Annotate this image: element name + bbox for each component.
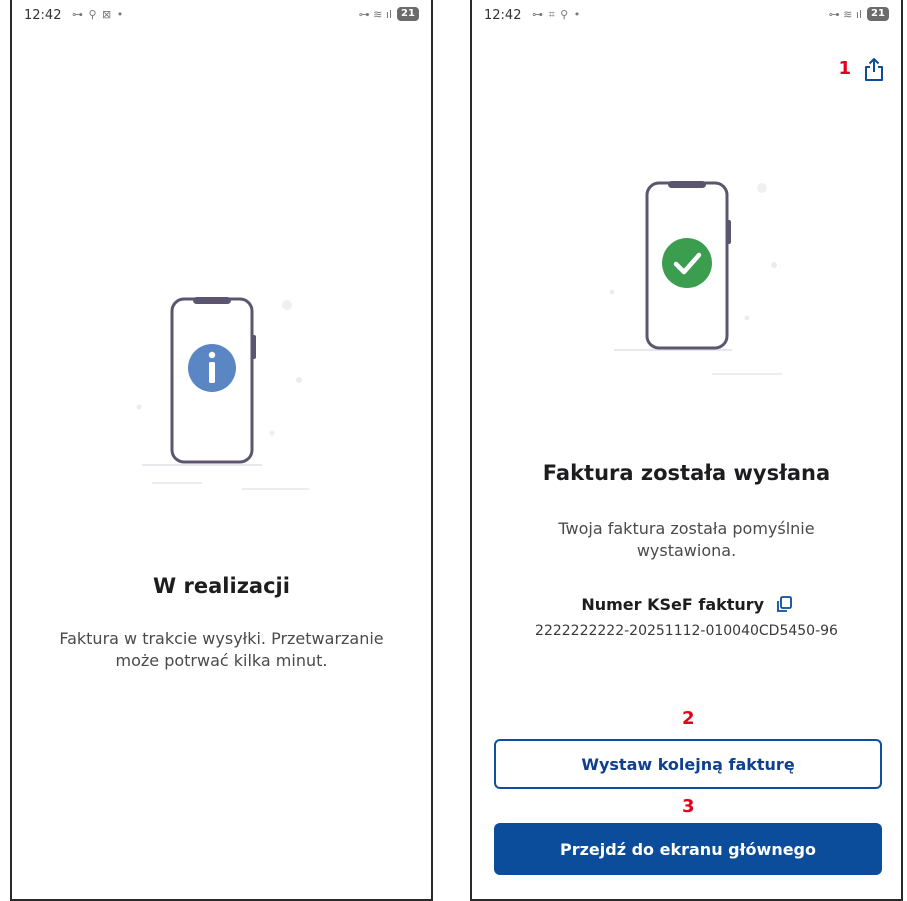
success-screen: 12:42 ⊶ ⌗ ⚲ • ⊶ ≋ ıl 21 1 Faktura został… <box>470 0 903 901</box>
description-line: Faktura w trakcie wysyłki. Przetwarzanie <box>59 629 384 648</box>
success-description: Twoja faktura została pomyślnie wystawio… <box>502 518 871 562</box>
copy-icon[interactable] <box>776 596 792 613</box>
phone-success-illustration <box>609 181 782 375</box>
status-bar: 12:42 ⊶ ⌗ ⚲ • ⊶ ≋ ıl 21 <box>472 0 901 30</box>
page-title: W realizacji <box>153 574 290 598</box>
battery-icon: 21 <box>397 7 419 21</box>
battery-icon: 21 <box>867 7 889 21</box>
status-time: 12:42 <box>24 8 62 23</box>
go-to-home-screen-button[interactable]: Przejdź do ekranu głównego <box>494 823 882 875</box>
status-description: Faktura w trakcie wysyłki. Przetwarzanie… <box>12 628 431 672</box>
notification-icons: ⊶ ⌗ ⚲ • <box>532 8 582 21</box>
status-bar: 12:42 ⊶ ⚲ ⊠ • ⊶ ≋ ıl 21 <box>12 0 431 30</box>
notification-icons: ⊶ ⚲ ⊠ • <box>72 8 125 21</box>
ksef-label-row: Numer KSeF faktury <box>472 595 901 614</box>
annotation-label-2: 2 <box>682 708 695 729</box>
description-line: może potrwać kilka minut. <box>115 651 328 670</box>
annotation-label-1: 1 <box>838 58 851 79</box>
annotation-label-3: 3 <box>682 796 695 817</box>
page-title: Faktura została wysłana <box>542 461 831 485</box>
description-line: Twoja faktura została pomyślnie <box>558 519 815 538</box>
success-check-icon <box>662 238 712 288</box>
info-icon <box>188 344 236 392</box>
processing-screen: 12:42 ⊶ ⚲ ⊠ • ⊶ ≋ ıl 21 W realizacji Fak… <box>10 0 433 901</box>
signal-icon: ⊶ ≋ ıl <box>828 7 862 21</box>
status-time: 12:42 <box>484 8 522 23</box>
system-icons: ⊶ ≋ ıl 21 <box>359 7 419 21</box>
description-line: wystawiona. <box>636 541 737 560</box>
phone-info-illustration <box>136 297 309 490</box>
issue-another-invoice-button[interactable]: Wystaw kolejną fakturę <box>494 739 882 789</box>
system-icons: ⊶ ≋ ıl 21 <box>829 7 889 21</box>
ksef-number: 2222222222-20251112-010040CD5450-96 <box>535 623 838 639</box>
signal-icon: ⊶ ≋ ıl <box>358 7 392 21</box>
share-icon[interactable] <box>861 56 887 82</box>
ksef-label: Numer KSeF faktury <box>581 595 765 614</box>
